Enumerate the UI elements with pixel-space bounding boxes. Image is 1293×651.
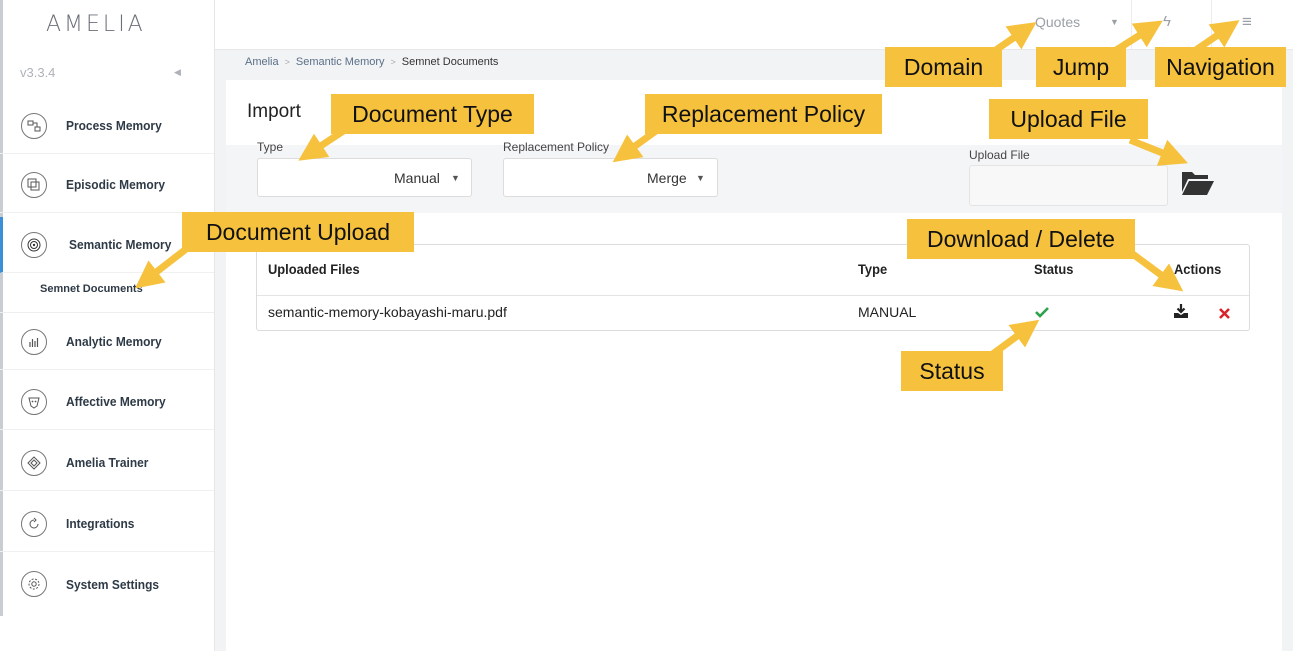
episodic-memory-icon xyxy=(21,171,47,198)
delete-icon[interactable] xyxy=(1219,306,1230,324)
type-select-value: Manual xyxy=(394,170,440,186)
sidebar-item-label: Semantic Memory xyxy=(69,237,172,252)
sidebar-item-label: Analytic Memory xyxy=(66,334,162,349)
replacement-policy-select[interactable]: Merge ▼ xyxy=(503,158,718,197)
semantic-memory-icon xyxy=(21,231,47,258)
column-header-type: Type xyxy=(858,261,888,277)
replacement-policy-label: Replacement Policy xyxy=(503,140,610,154)
chevron-right-icon: > xyxy=(390,57,396,67)
callout-navigation: Navigation xyxy=(1155,47,1286,87)
column-header-actions: Actions xyxy=(1174,261,1222,277)
sidebar-item-integrations[interactable]: Integrations xyxy=(0,496,214,552)
checkmark-icon xyxy=(1035,305,1049,323)
breadcrumb-item[interactable]: Amelia xyxy=(245,56,279,68)
domain-selector[interactable]: Quotes xyxy=(1035,14,1080,30)
callout-document-type: Document Type xyxy=(331,94,534,134)
column-header-status: Status xyxy=(1034,261,1074,277)
hamburger-menu-icon[interactable]: ≡ xyxy=(1242,12,1252,32)
page-title: Import xyxy=(247,101,301,122)
sidebar-subitem-semnet-documents[interactable]: Semnet Documents xyxy=(0,279,214,313)
type-select[interactable]: Manual ▼ xyxy=(257,158,472,197)
divider xyxy=(1131,0,1132,49)
version-label: v3.3.4 xyxy=(20,65,56,80)
breadcrumb-item[interactable]: Semantic Memory xyxy=(296,56,385,68)
sidebar-item-amelia-trainer[interactable]: Amelia Trainer xyxy=(0,435,214,491)
chevron-down-icon: ▼ xyxy=(696,173,705,183)
callout-domain: Domain xyxy=(885,47,1002,87)
analytic-memory-icon xyxy=(21,328,47,355)
chevron-down-icon: ▼ xyxy=(451,173,460,183)
breadcrumb: Amelia > Semantic Memory > Semnet Documents xyxy=(245,56,498,68)
download-icon[interactable] xyxy=(1173,303,1189,324)
sidebar-item-label: System Settings xyxy=(66,576,160,592)
callout-upload-file: Upload File xyxy=(989,99,1148,139)
callout-jump: Jump xyxy=(1036,47,1126,87)
affective-memory-icon xyxy=(21,388,47,415)
replacement-policy-value: Merge xyxy=(647,170,687,186)
sidebar-item-label: Amelia Trainer xyxy=(66,455,149,470)
chevron-right-icon: > xyxy=(284,57,290,67)
breadcrumb-current: Semnet Documents xyxy=(401,56,499,68)
sidebar-item-affective-memory[interactable]: Affective Memory xyxy=(0,374,214,430)
collapse-sidebar-icon[interactable]: ◀ xyxy=(174,67,181,78)
upload-file-input[interactable] xyxy=(969,165,1168,206)
sidebar-item-label: Affective Memory xyxy=(66,394,166,409)
amelia-trainer-icon xyxy=(21,449,47,476)
system-settings-icon xyxy=(21,571,47,597)
process-memory-icon xyxy=(21,112,47,139)
upload-file-label: Upload File xyxy=(969,148,1030,162)
sidebar-item-analytic-memory[interactable]: Analytic Memory xyxy=(0,314,214,370)
sidebar-item-label: Episodic Memory xyxy=(66,177,166,192)
file-type-cell: MANUAL xyxy=(858,304,917,320)
integrations-icon xyxy=(21,510,47,537)
sidebar-item-label: Integrations xyxy=(66,516,135,531)
sidebar: AMELIA v3.3.4 ◀ Process Memory Episodic … xyxy=(0,0,215,651)
folder-open-icon[interactable] xyxy=(1180,170,1215,201)
column-header-uploaded-files: Uploaded Files xyxy=(268,261,360,277)
callout-status: Status xyxy=(901,351,1003,391)
callout-document-upload: Document Upload xyxy=(182,212,414,252)
type-label: Type xyxy=(257,140,284,154)
chevron-down-icon[interactable]: ▼ xyxy=(1110,17,1119,27)
amelia-logo[interactable]: AMELIA xyxy=(46,12,146,37)
top-bar: Quotes ▼ ϟ ≡ xyxy=(215,0,1293,50)
bolt-icon[interactable]: ϟ xyxy=(1163,13,1171,30)
callout-download-delete: Download / Delete xyxy=(907,219,1135,259)
callout-replacement-policy: Replacement Policy xyxy=(645,94,882,134)
divider xyxy=(1211,0,1212,49)
sidebar-item-label: Process Memory xyxy=(66,118,162,133)
sidebar-item-process-memory[interactable]: Process Memory xyxy=(0,98,214,154)
file-name-cell: semantic-memory-kobayashi-maru.pdf xyxy=(268,304,507,320)
sidebar-item-episodic-memory[interactable]: Episodic Memory xyxy=(0,157,214,213)
sidebar-item-system-settings[interactable]: System Settings xyxy=(0,556,214,612)
sidebar-subitem-label: Semnet Documents xyxy=(40,283,143,295)
